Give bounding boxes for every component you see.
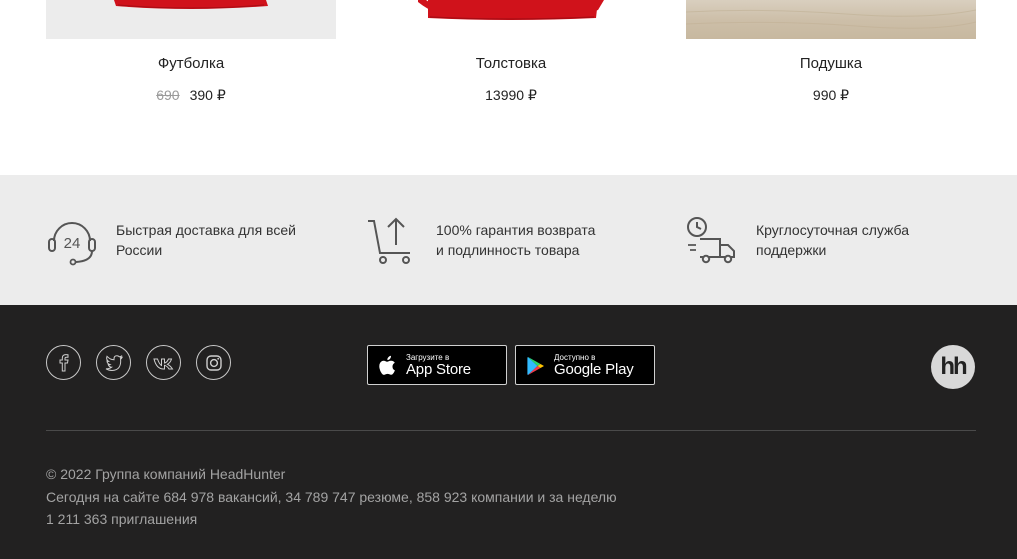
delivery-truck-clock-icon (687, 217, 735, 264)
support-24-icon: 24 (48, 222, 96, 266)
product-name[interactable]: Футболка (46, 55, 336, 72)
product-price: 990 ₽ (686, 87, 976, 104)
instagram-link[interactable] (196, 345, 231, 380)
product-name[interactable]: Подушка (686, 55, 976, 72)
footer-divider (46, 430, 976, 431)
google-play-big-text: Google Play (554, 361, 634, 378)
twitter-icon (105, 354, 123, 371)
current-price: 990 ₽ (812, 87, 850, 103)
hh-logo[interactable]: hh (931, 345, 975, 389)
feature-delivery: 24 Быстрая доставка для всей России (46, 175, 336, 305)
instagram-icon (205, 354, 222, 371)
product-price: 690 390 ₽ (46, 87, 336, 104)
copyright-text: © 2022 Группа компаний HeadHunter (46, 466, 286, 482)
twitter-link[interactable] (96, 345, 131, 380)
feature-text: Круглосуточная служба поддержки (756, 222, 910, 258)
footer: Загрузите в App Store Доступно в Google … (0, 305, 1017, 559)
app-store-big-text: App Store (406, 361, 471, 378)
product-name[interactable]: Толстовка (366, 55, 656, 72)
old-price: 690 (156, 87, 180, 103)
product-image-pillow[interactable] (686, 0, 976, 39)
stats-text-line2: 1 211 363 приглашения (46, 511, 198, 527)
svg-text:24: 24 (64, 235, 81, 252)
app-store-button[interactable]: Загрузите в App Store (367, 345, 507, 385)
vk-link[interactable] (146, 345, 181, 380)
features-bar: 24 Быстрая доставка для всей России 100%… (0, 175, 1017, 305)
products-row: Футболка 690 390 ₽ Толстовка 13990 ₽ Поду… (0, 0, 1017, 175)
stats-text-line1: Сегодня на сайте 684 978 вакансий, 34 78… (46, 488, 617, 505)
google-play-button[interactable]: Доступно в Google Play (515, 345, 655, 385)
product-image-hoodie[interactable] (366, 0, 656, 39)
facebook-link[interactable] (46, 345, 81, 380)
apple-icon (379, 355, 395, 375)
facebook-icon (59, 353, 69, 371)
cart-return-icon (368, 217, 410, 264)
feature-guarantee: 100% гарантия возврата и подлинность тов… (366, 175, 656, 305)
feature-support: Круглосуточная служба поддержки (686, 175, 986, 305)
feature-text: 100% гарантия возврата и подлинность тов… (436, 222, 596, 258)
product-card-tshirt[interactable]: Футболка 690 390 ₽ (46, 0, 336, 175)
product-card-pillow[interactable]: Подушка 990 ₽ (686, 0, 976, 175)
vk-icon (152, 358, 173, 369)
product-card-hoodie[interactable]: Толстовка 13990 ₽ (366, 0, 656, 175)
footer-copyright: © 2022 Группа компаний HeadHunter Сегодн… (46, 463, 646, 531)
current-price: 390 ₽ (189, 87, 226, 103)
google-play-icon (527, 357, 544, 375)
product-image-tshirt[interactable] (46, 0, 336, 39)
current-price: 13990 ₽ (485, 87, 537, 103)
product-price: 13990 ₽ (366, 87, 656, 104)
feature-text: Быстрая доставка для всей России (116, 222, 296, 258)
